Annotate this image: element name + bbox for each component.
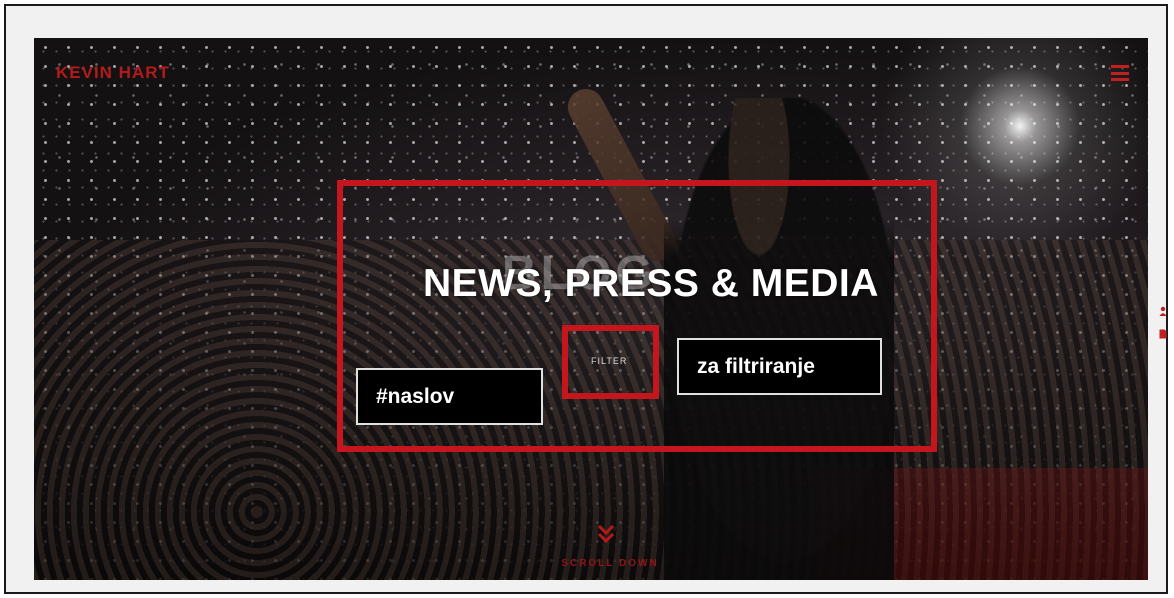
annotation-title-label: #naslov xyxy=(356,368,543,425)
user-icon[interactable] xyxy=(1159,306,1167,316)
site-logo[interactable]: KEVIN HART xyxy=(56,63,170,83)
hamburger-menu-icon[interactable] xyxy=(1111,65,1129,81)
double-chevron-down-icon[interactable] xyxy=(597,524,615,544)
annotation-title-text: #naslov xyxy=(376,384,455,408)
document-icon[interactable] xyxy=(1159,329,1167,339)
annotation-filter-label: za filtriranje xyxy=(677,338,882,395)
filter-highlight-box xyxy=(562,325,659,399)
scroll-down-link[interactable]: SCROLL DOWN xyxy=(560,558,660,569)
annotation-filter-text: za filtriranje xyxy=(697,354,815,378)
